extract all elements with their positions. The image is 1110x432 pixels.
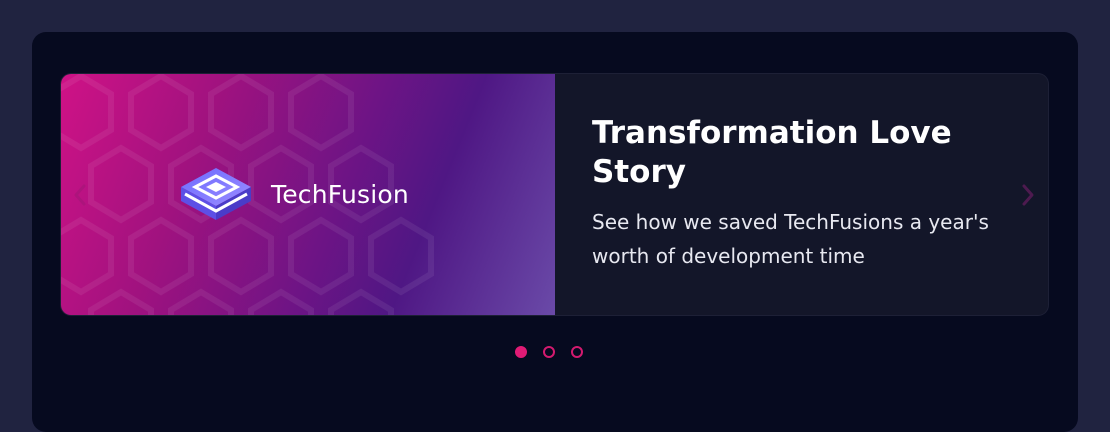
pagination-dot-2[interactable] xyxy=(543,346,555,358)
slide-description: See how we saved TechFusions a year's wo… xyxy=(592,210,989,268)
pagination-dot-3[interactable] xyxy=(571,346,583,358)
slide-image: TechFusion xyxy=(61,74,555,315)
techfusion-logo: TechFusion xyxy=(179,166,409,222)
brand-name: TechFusion xyxy=(271,179,409,209)
stacked-layers-logo-icon xyxy=(181,168,251,220)
slide-title: Transformation Love Story xyxy=(592,115,952,190)
slider-pagination xyxy=(515,346,583,358)
chevron-right-icon[interactable] xyxy=(1016,180,1040,210)
chevron-left-icon[interactable] xyxy=(68,180,92,210)
case-study-slide[interactable]: TechFusion Transformation Love Story See… xyxy=(61,74,1048,315)
pagination-dot-1[interactable] xyxy=(515,346,527,358)
slide-content: Transformation Love Story See how we sav… xyxy=(592,114,1012,273)
